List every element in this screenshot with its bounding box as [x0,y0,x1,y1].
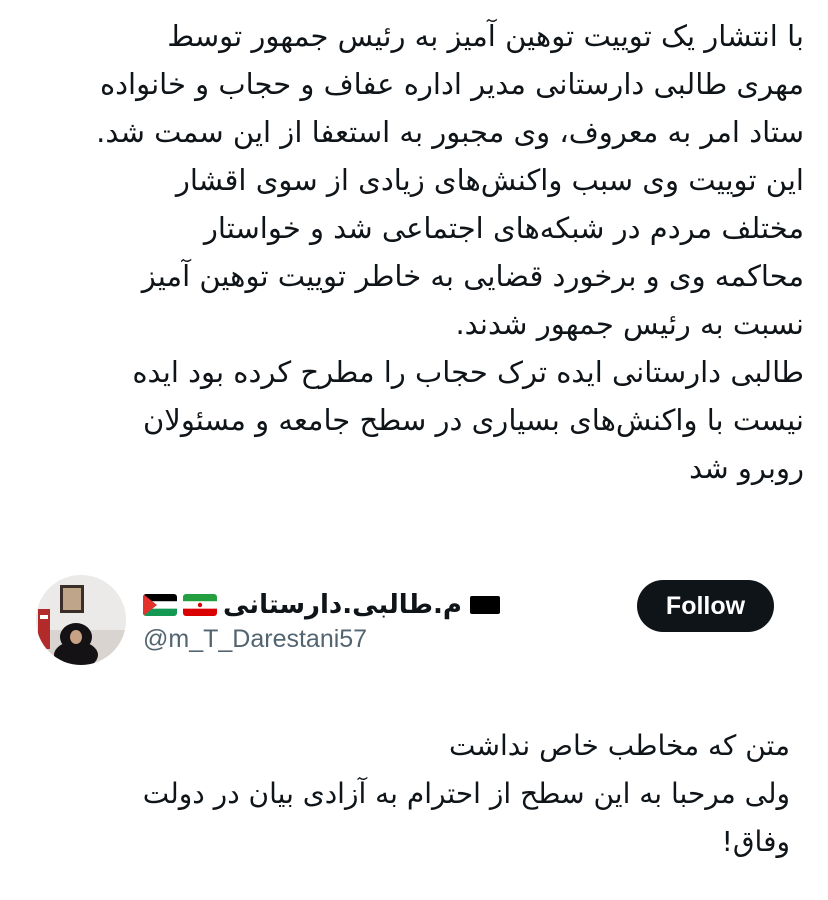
avatar-photo-icon [36,575,126,665]
news-line: طالبی دارستانی ایده ترک حجاب را مطرح کرد… [132,355,804,389]
news-line: نسبت به رئیس جمهور شدند. [455,307,804,341]
user-info: م.طالبی.دارستانی @m_T_Darestani57 [143,589,503,654]
news-line: این توییت وی سبب واکنش‌های زیادی از سوی … [175,163,804,197]
news-line: محاکمه وی و برخورد قضایی به خاطر توییت ت… [141,259,804,293]
news-line: مهری طالبی دارستانی مدیر اداره عفاف و حج… [99,67,804,101]
user-handle[interactable]: @m_T_Darestani57 [143,625,503,654]
news-line: روبرو شد [689,451,804,485]
news-line: ستاد امر به معروف، وی مجبور به استعفا از… [96,115,804,149]
iran-flag-icon [183,594,217,616]
news-body-text: با انتشار یک توییت توهین آمیز به رئیس جم… [40,12,804,492]
quoted-tweet-line: ولی مرحبا به این سطح از احترام به آزادی … [142,777,790,810]
news-line: نیست با واکنش‌های بسیاری در سطح جامعه و … [142,403,804,437]
news-line: مختلف مردم در شبکه‌های اجتماعی شد و خواس… [203,211,804,245]
tweet-screenshot: با انتشار یک توییت توهین آمیز به رئیس جم… [0,0,828,900]
quoted-tweet-line: متن که مخاطب خاص نداشت [448,729,790,762]
avatar[interactable] [36,575,126,665]
quoted-tweet-text: متن که مخاطب خاص نداشت ولی مرحبا به این … [80,722,790,866]
embedded-tweet: م.طالبی.دارستانی @m_T_Darestani57 Follow… [0,575,828,900]
news-line: با انتشار یک توییت توهین آمیز به رئیس جم… [167,19,804,53]
follow-button[interactable]: Follow [637,580,774,632]
palestine-flag-icon [143,594,177,616]
quoted-tweet-line: وفاق! [721,825,790,858]
display-name: م.طالبی.دارستانی [223,590,462,620]
display-name-row[interactable]: م.طالبی.دارستانی [143,589,503,621]
black-flag-icon [468,594,502,616]
